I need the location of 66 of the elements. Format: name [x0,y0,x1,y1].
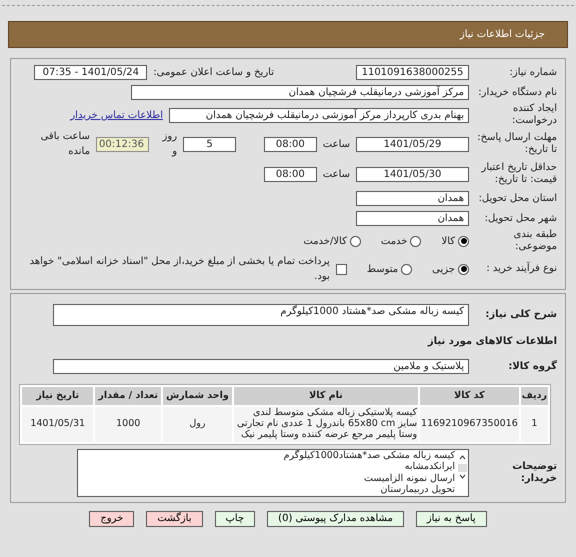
column-header: تاریخ نیاز [22,387,94,405]
action-button[interactable]: مشاهده مدارک پیوستی (0) [267,510,404,527]
countdown-field[interactable]: 00:12:36 [96,136,149,152]
requester-field[interactable]: بهنام بدری کارپرداز مرکز آموزشی درمانیقلب فرشچیان همدان [169,108,469,122]
field-label: تاریخ و ساعت اعلان عمومی: [153,66,274,80]
need-number-field[interactable]: 1101091638000255 [356,65,469,80]
radio-button[interactable] [458,264,469,274]
field-label: حداقل تاریخ اعتبار قیمت: تا تاریخ: [480,162,557,186]
table-cell: 1000 [95,407,161,442]
field-label: نوع فرآیند خرید : [485,263,557,275]
table-cell: کیسه پلاستیکی زباله مشکی متوسط لندی سایز 65x80 cm باندرول 1 عددی نام تجارتی وستا پلیمر مرجع عرضه کننده وستا پلیمر نیک [234,407,418,442]
column-header: تعداد / مقدار [95,387,161,405]
table-cell: 1169210967350016 [420,407,519,442]
time-field[interactable]: 08:00 [264,136,317,152]
field-label: ساعت [322,138,350,152]
field-label: شرح کلی نیاز: [484,309,557,321]
option-label: کالا/خدمت [303,234,347,248]
column-header: نام کالا [234,387,418,405]
radio-button[interactable] [458,236,469,246]
notes-line: ارسال نمونه الزامیست [363,472,455,484]
radio-button[interactable] [401,264,412,274]
days-field[interactable]: 5 [183,136,236,152]
option-label: جزیی [432,262,455,276]
notes-line: ایرانکدمشابه [404,461,455,473]
table-cell: رول [163,407,232,442]
field-label: مهلت ارسال پاسخ: تا تاریخ: [476,132,557,156]
province-field[interactable]: همدان [356,191,469,206]
field-label: ساعت [322,168,350,182]
field-label: روز و [161,130,178,159]
field-label: شهر محل تحویل: [484,212,557,224]
date-field[interactable]: 1401/05/30 [356,166,469,182]
checkbox-label: پرداخت تمام یا بخشی از مبلغ خرید،از محل "اسناد خزانه اسلامی" خواهد بود. [28,255,330,284]
page-title: جزئیات اطلاعات نیاز [460,28,545,42]
table-cell: 1401/05/31 [22,407,94,442]
goods-group-field[interactable]: پلاستیک و ملامین [53,359,469,374]
field-label: ساعت باقی مانده [40,130,90,159]
checkbox[interactable] [336,264,347,274]
option-label: متوسط [366,262,398,276]
action-button[interactable]: خروج [89,510,134,527]
time-field[interactable]: 08:00 [264,166,317,182]
action-button[interactable]: بازگشت [146,510,202,527]
radio-button[interactable] [410,236,422,246]
announce-date-field[interactable]: 1401/05/24 - 07:35 [34,65,148,80]
section-title: اطلاعات کالاهای مورد نیاز [428,335,557,349]
field-label: ایجاد کننده درخواست: [511,103,557,127]
action-button[interactable]: پاسخ به نیاز [416,510,487,527]
field-label: گروه کالا: [507,360,557,372]
field-label: شماره نیاز: [508,66,557,78]
option-label: خدمت [380,234,408,248]
field-label: توضیحات خریدار: [511,460,557,485]
field-label: طبقه بندی موضوعی: [512,229,557,253]
buyer-contact-link[interactable]: اطلاعات تماس خریدار [70,108,163,122]
action-button[interactable]: چاپ [214,510,256,527]
table-cell: 1 [520,407,548,442]
buyer-org-field[interactable]: مرکز آموزشی درمانیقلب فرشچیان همدان [131,85,469,100]
column-header: واحد شمارش [163,387,232,405]
notes-line: تحویل دربیمارستان [379,484,455,496]
column-header: کد کالا [420,387,519,405]
description-field[interactable]: کیسه زباله مشکی صد*هشتاد 1000کیلوگرم [53,304,469,326]
field-label: استان محل تحویل: [478,192,557,204]
radio-button[interactable] [350,236,361,246]
field-label: نام دستگاه خریدار: [477,86,557,98]
option-label: کالا [441,234,455,248]
column-header: ردیف [520,387,548,405]
date-field[interactable]: 1401/05/29 [356,136,469,152]
city-field[interactable]: همدان [356,211,469,226]
